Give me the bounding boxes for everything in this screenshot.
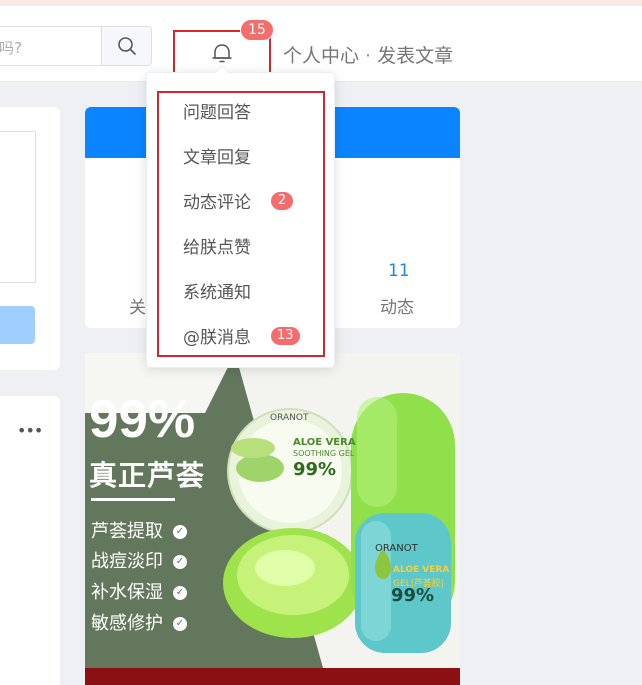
menu-item-dynamic-comments[interactable]: 动态评论 2: [183, 188, 293, 213]
stat-follow-label[interactable]: 关: [129, 293, 146, 318]
ad-feature: 战痘淡印 ✓: [91, 547, 187, 573]
ad-jar-brand: ORANOT: [270, 413, 309, 423]
ad-feature: 芦荟提取 ✓: [91, 517, 187, 543]
ad-jar-percent: 99%: [293, 459, 337, 480]
check-icon: ✓: [173, 586, 187, 600]
menu-item-mentions[interactable]: @朕消息 13: [183, 323, 300, 348]
advertisement-banner[interactable]: 99% 真正芦荟 芦荟提取 ✓ 战痘淡印 ✓ 补水保湿 ✓ 敏感修护 ✓ ORANOT …: [85, 353, 460, 685]
ad-bottle-line1: ALOE VERA: [393, 565, 450, 575]
header-nav: 个人中心 · 发表文章: [283, 41, 453, 68]
ad-divider: [91, 498, 175, 501]
ad-title: 真正芦荟: [89, 459, 206, 492]
search-button[interactable]: [101, 27, 151, 65]
ad-feature: 敏感修护 ✓: [91, 609, 187, 635]
nav-link-profile[interactable]: 个人中心: [283, 45, 359, 67]
check-icon: ✓: [173, 617, 187, 631]
search-input[interactable]: 吗?: [0, 37, 22, 58]
check-icon: ✓: [173, 525, 187, 539]
comments-count-badge: 2: [271, 191, 293, 210]
menu-item-article-replies[interactable]: 文章回复: [183, 143, 251, 168]
stat-dynamic-label[interactable]: 动态: [380, 293, 414, 318]
nav-separator: ·: [365, 45, 372, 67]
search-box[interactable]: 吗?: [0, 26, 152, 66]
left-submit-button[interactable]: [0, 306, 35, 344]
ad-bottle-brand: ORANOT: [375, 543, 418, 554]
check-icon: ✓: [173, 555, 187, 569]
menu-item-question-answers[interactable]: 问题回答: [183, 98, 251, 123]
stat-dynamic-count[interactable]: 11: [388, 261, 410, 281]
ad-bottle-percent: 99%: [391, 585, 435, 606]
notification-count-badge: 15: [240, 19, 274, 41]
ad-feature: 补水保湿 ✓: [91, 578, 187, 604]
nav-link-publish[interactable]: 发表文章: [377, 45, 453, 67]
ad-headline: 99%: [89, 390, 196, 449]
top-header: 吗? 15 个人中心 · 发表文章: [0, 6, 642, 82]
left-feed-card: •••: [0, 396, 60, 685]
notifications-dropdown: 问题回答 文章回复 动态评论 2 给朕点赞 系统通知 @朕消息 13: [146, 64, 335, 368]
menu-item-likes[interactable]: 给朕点赞: [183, 233, 251, 258]
more-options-icon[interactable]: •••: [17, 423, 43, 439]
left-textarea[interactable]: [0, 131, 36, 283]
dropdown-highlight-frame: [157, 91, 325, 357]
left-editor-card: [0, 107, 60, 370]
mentions-count-badge: 13: [271, 326, 300, 345]
ad-jar-line1: ALOE VERA: [293, 437, 356, 448]
menu-item-system-notices[interactable]: 系统通知: [183, 278, 251, 303]
bell-icon: [212, 44, 232, 63]
ad-jar-line2: SOOTHING GEL: [293, 449, 355, 458]
search-icon: [117, 37, 136, 55]
